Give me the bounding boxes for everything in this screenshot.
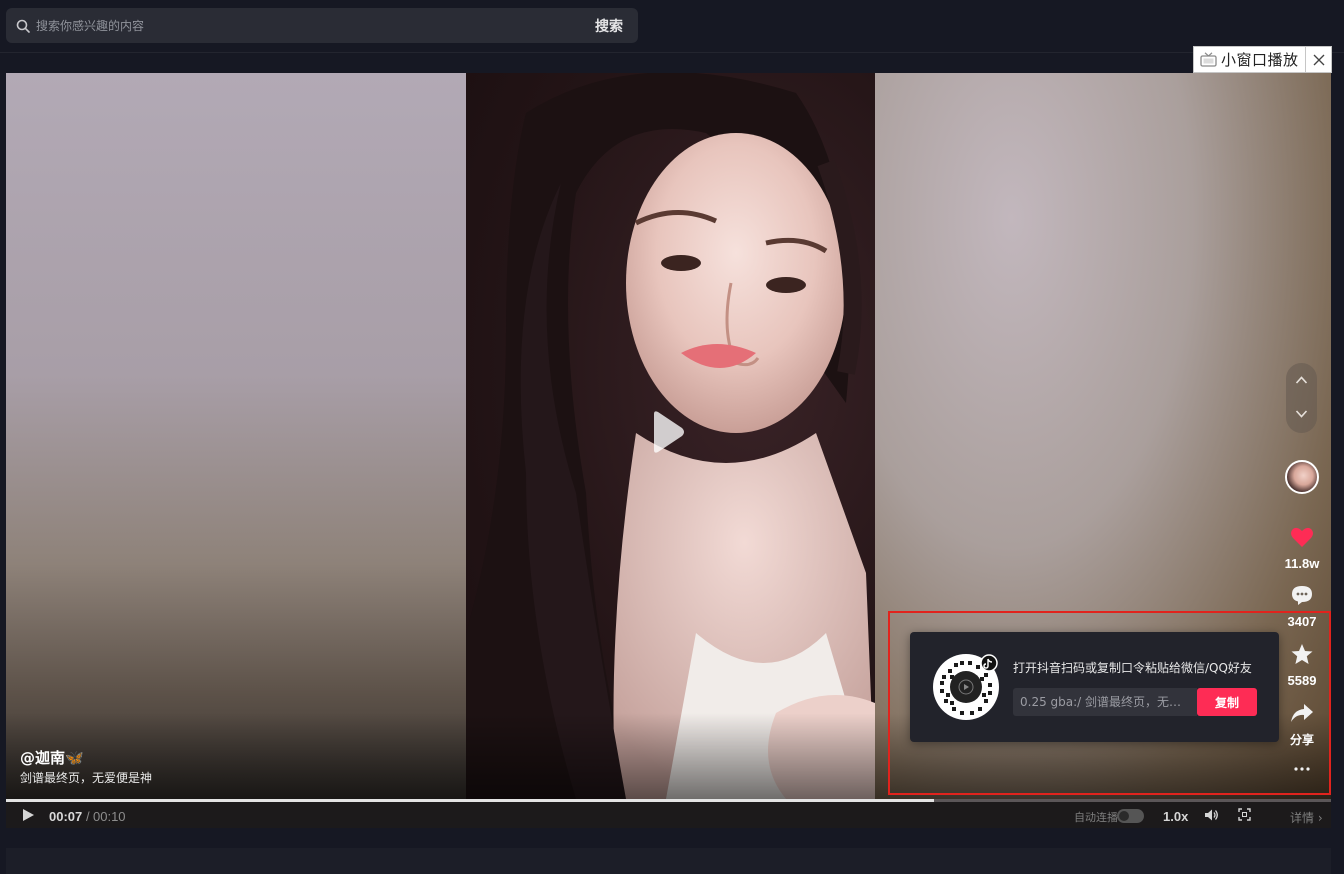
- close-icon: [1313, 54, 1324, 65]
- autoplay-toggle[interactable]: [1117, 809, 1144, 823]
- video-nav-pill: [1286, 363, 1317, 433]
- like-count: 11.8w: [1284, 556, 1320, 571]
- progress-bar[interactable]: [6, 799, 1331, 802]
- mini-window-label: 小窗口播放: [1221, 51, 1299, 69]
- mini-window-close-button[interactable]: [1306, 47, 1331, 72]
- tv-icon: [1200, 52, 1217, 67]
- author-name[interactable]: @迦南🦋: [20, 747, 84, 768]
- mini-window-control: 小窗口播放: [1193, 46, 1332, 73]
- progress-fill: [6, 799, 934, 802]
- chevron-up-icon[interactable]: [1295, 375, 1308, 385]
- top-divider: [0, 52, 1344, 53]
- autoplay-knob: [1119, 811, 1129, 821]
- play-icon[interactable]: [21, 808, 35, 822]
- total-time: 00:10: [93, 809, 126, 824]
- fullscreen-icon[interactable]: [1238, 808, 1251, 821]
- search-button[interactable]: 搜索: [580, 8, 638, 43]
- next-section-strip: [6, 848, 1331, 874]
- detail-link[interactable]: 详情 ›: [1290, 809, 1323, 826]
- chevron-down-icon[interactable]: [1295, 409, 1308, 419]
- autoplay-label: 自动连播: [1074, 811, 1118, 824]
- play-overlay-icon[interactable]: [650, 408, 686, 456]
- time-separator: /: [86, 809, 90, 824]
- speed-button[interactable]: 1.0x: [1163, 809, 1188, 824]
- mini-window-button[interactable]: 小窗口播放: [1194, 47, 1306, 72]
- volume-icon[interactable]: [1204, 808, 1219, 822]
- current-time: 00:07: [49, 809, 83, 824]
- search-input[interactable]: [34, 8, 580, 43]
- search-icon: [16, 19, 30, 33]
- video-description: 剑谱最终页，无爱便是神: [20, 771, 153, 785]
- highlight-box: [888, 611, 1331, 795]
- heart-icon[interactable]: [1290, 526, 1314, 548]
- author-avatar[interactable]: [1285, 460, 1319, 494]
- control-bar: 00:07 / 00:10 自动连播 1.0x 详情 ›: [6, 799, 1331, 828]
- comment-icon[interactable]: [1290, 584, 1314, 606]
- search-bar: 搜索: [6, 8, 638, 43]
